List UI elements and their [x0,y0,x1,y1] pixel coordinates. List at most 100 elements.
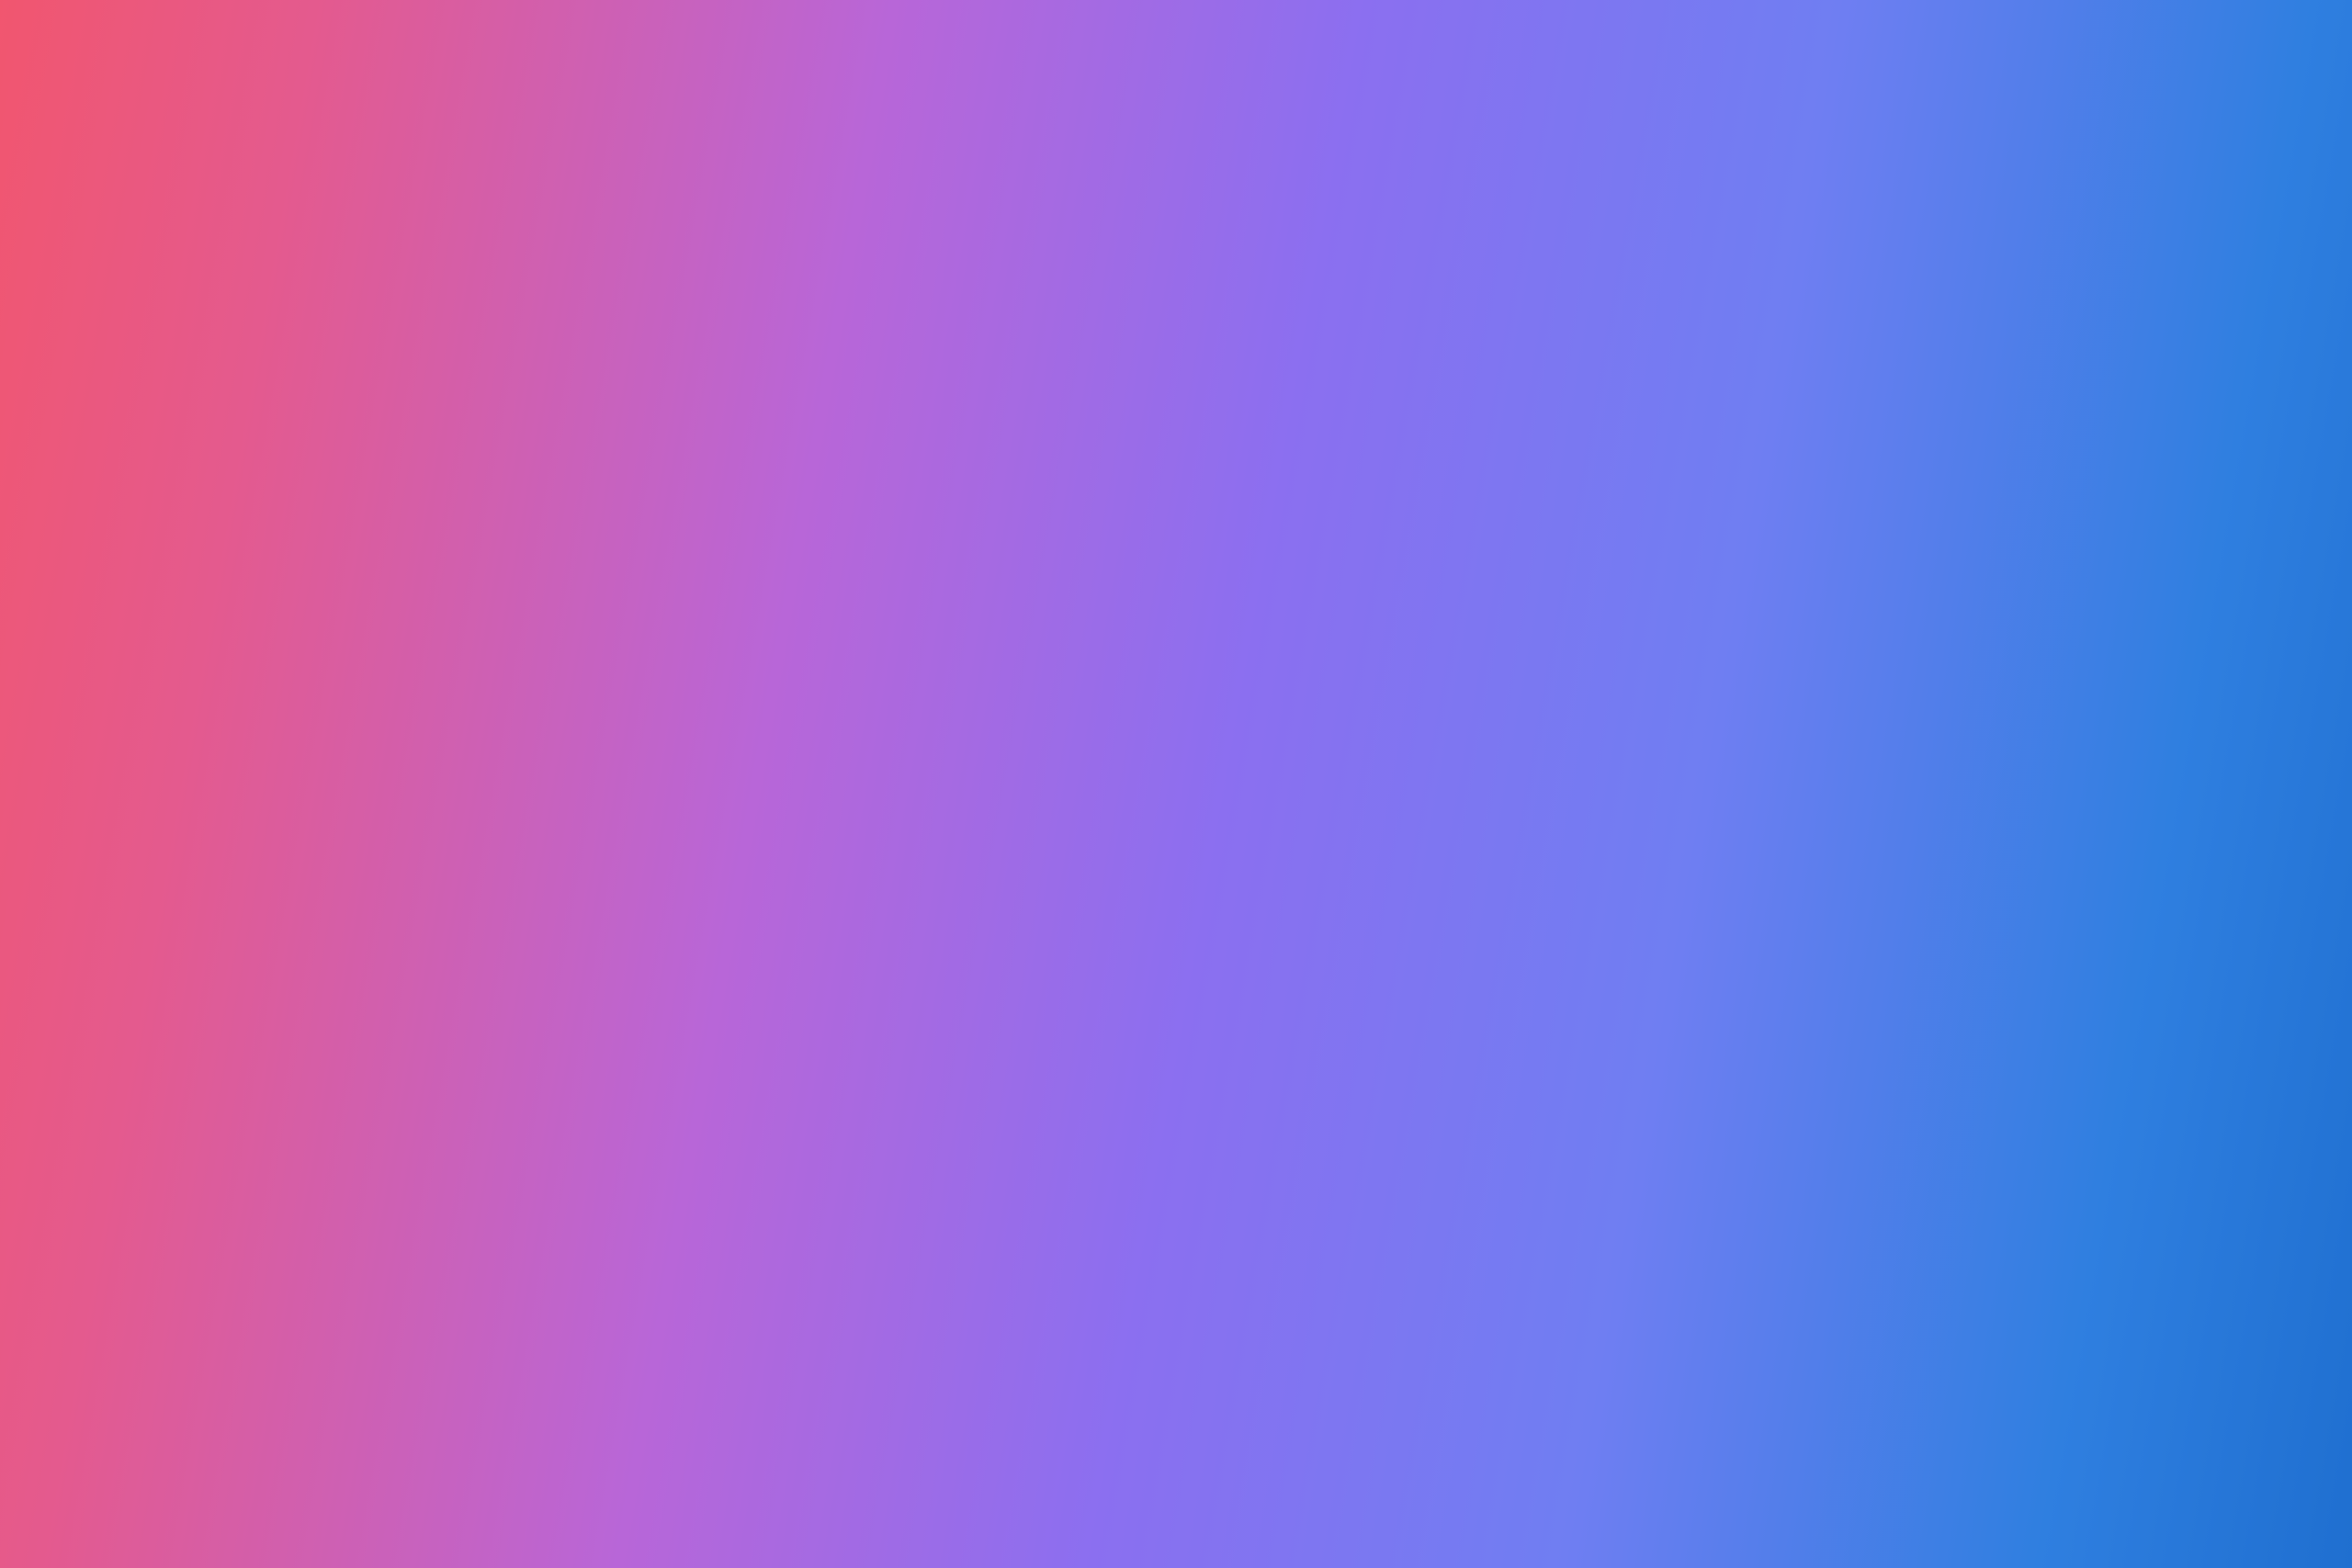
context-menu-item-open-with[interactable]: Open with › [1566,921,1975,982]
do-not-disturb-button[interactable] [2285,1501,2327,1547]
battery-icon [2250,1514,2270,1529]
favorite-button[interactable] [101,1429,149,1477]
zoom-slider-track[interactable] [2003,1450,2177,1456]
context-menu-item-remove-background[interactable]: Remove background with Paint [1566,1176,1975,1236]
close-button[interactable] [2275,8,2344,74]
fullscreen-icon [2290,1442,2312,1464]
copilot-icon [2113,1512,2132,1532]
search-icon [809,1515,828,1533]
filmstrip-toggle-button[interactable] [27,1429,74,1477]
photos-icon [1582,1133,1621,1158]
volume-button[interactable] [2193,1501,2235,1547]
task-view-icon [1142,1510,1168,1535]
context-menu-item-save[interactable]: Save [1566,800,1975,861]
taskbar-app-snipping-tool[interactable]: PRE [1502,1495,1561,1552]
onedrive-icon[interactable] [2055,16,2114,67]
info-icon [162,1442,184,1464]
chevron-right-icon: › [1953,940,1961,963]
zoom-slider[interactable] [1961,1441,2177,1465]
taskbar-search-label: Search [845,1511,910,1535]
copilot-icon [1215,1511,1247,1537]
photos-app-window: Edit ✦ PRE Find on screen Copy Ctrl+C Sa… [8,8,2344,1487]
zoom-out-button[interactable] [1898,1429,1946,1477]
find-input[interactable]: Find on screen [919,42,1317,66]
close-findbar-button[interactable] [1489,29,1539,79]
rotate-icon [140,30,153,48]
trash-icon [197,31,217,51]
context-menu-item-erase-objects[interactable]: Erase objects with Photos [1566,1115,1975,1176]
delete-button[interactable] [181,17,232,65]
edit-button-label: Edit [68,30,102,51]
start-button[interactable] [716,1497,769,1551]
photos-app-icon[interactable] [1938,16,1996,67]
photos-icon [1582,1072,1621,1098]
context-menu-item-share[interactable]: Share [1566,861,1975,921]
context-menu-item-visual-search[interactable]: Visual Search with Bing [1566,994,1975,1055]
battery-button[interactable] [2239,1501,2281,1547]
minimize-button[interactable] [2137,8,2206,74]
fullscreen-button[interactable] [2278,1429,2325,1477]
show-hidden-icons-button[interactable] [2055,1501,2098,1547]
more-options-button[interactable] [409,17,460,65]
printer-icon [252,31,276,51]
zoom-slider-thumb[interactable] [1976,1441,1999,1465]
zoom-in-icon [2206,1443,2226,1463]
context-menu-label: Blur background with Photos [1621,1072,1893,1097]
voice-search-button[interactable] [1330,35,1369,73]
person-figure [939,675,1463,1358]
context-menu-label: Share [1621,878,1678,903]
find-input-wrapper[interactable]: Find on screen [864,31,1374,77]
context-menu-label: Erase objects with Photos [1621,1133,1867,1157]
context-menu-label: Remove background with Paint [1621,1193,1917,1218]
divider [213,1441,214,1465]
slideshow-button[interactable] [352,17,403,65]
divider [87,1438,88,1469]
copilot-tray-button[interactable] [2101,1501,2143,1547]
open-with-icon [1582,939,1621,964]
context-menu-label: Copy [1621,757,1671,782]
zoom-in-button[interactable] [2192,1429,2240,1477]
sparkle-glyph: ✦ [825,39,842,62]
window-controls-group [1938,8,2344,74]
find-more-options-button[interactable] [1424,29,1474,79]
print-button[interactable] [238,17,289,65]
taskbar-app-copilot[interactable] [1201,1495,1260,1552]
taskbar-app-photos[interactable] [1577,1495,1636,1555]
snipping-tool-icon: ✦ PRE [817,37,854,74]
cloud-icon [2070,30,2100,51]
fit-to-window-button[interactable] [1725,1429,1773,1477]
info-button[interactable] [149,1429,197,1477]
taskbar-search[interactable]: Search [786,1497,1109,1550]
rotate-button[interactable] [124,17,175,65]
file-size: 6.9 MB [408,1442,470,1463]
fit-to-window-icon [1739,1443,1759,1463]
taskbar-app-task-view[interactable] [1125,1495,1184,1552]
network-icon [2158,1515,2178,1532]
volume-icon [2204,1515,2226,1532]
ellipsis-icon [425,39,444,44]
taskbar-app-file-explorer[interactable] [1276,1495,1335,1555]
divider [1481,37,1482,72]
image-dimensions: 3000 x 2000 [260,1442,367,1463]
chevron-up-icon [2070,1519,2083,1527]
clipchamp-app-icon[interactable] [1996,16,2055,67]
context-menu-item-copy[interactable]: Copy Ctrl+C [1566,739,1975,800]
filmstrip-icon [40,1445,62,1461]
download-icon [1582,818,1621,843]
zoom-level-selector[interactable]: 62% [1779,1429,1893,1477]
network-button[interactable] [2147,1501,2189,1547]
taskbar: Search PRE [8,1487,2344,1560]
restore-button[interactable] [2206,8,2275,74]
edge-icon [1363,1506,1398,1541]
paint-palette-icon [1582,1193,1621,1219]
copilot-button[interactable] [1374,29,1424,79]
taskbar-app-microsoft-store[interactable] [1427,1495,1486,1552]
running-indicator [1600,1550,1614,1555]
edit-button[interactable]: Edit [22,18,119,64]
edit-image-icon [37,32,57,52]
copilot-icon [1389,42,1409,64]
taskbar-app-edge[interactable] [1351,1495,1410,1552]
chevron-down-icon [1867,1450,1878,1457]
context-menu-item-blur-background[interactable]: Blur background with Photos [1566,1055,1975,1115]
share-button[interactable] [295,17,346,65]
